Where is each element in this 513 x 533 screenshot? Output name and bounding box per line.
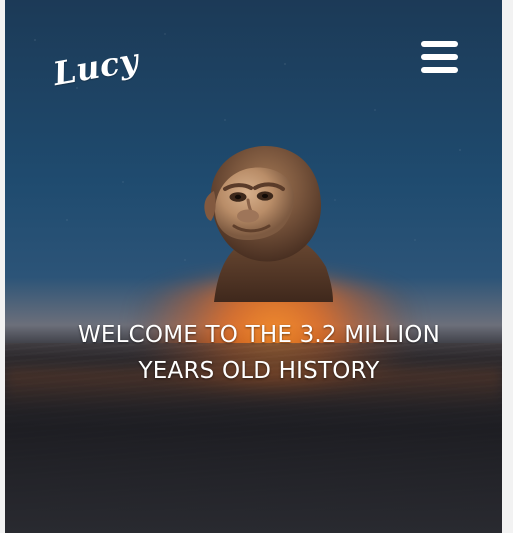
menu-button[interactable] <box>421 41 458 73</box>
site-logo[interactable]: Lucy <box>50 41 141 93</box>
hero-headline: WELCOME TO THE 3.2 MILLION YEARS OLD HIS… <box>77 322 441 384</box>
menu-icon <box>421 67 458 73</box>
ancestor-portrait <box>191 136 333 302</box>
hero-section: Lucy WELCOME TO THE 3.2 MILLION YEARS OL… <box>5 0 502 533</box>
menu-icon <box>421 41 458 47</box>
page: Lucy WELCOME TO THE 3.2 MILLION YEARS OL… <box>0 0 513 533</box>
menu-icon <box>421 54 458 60</box>
